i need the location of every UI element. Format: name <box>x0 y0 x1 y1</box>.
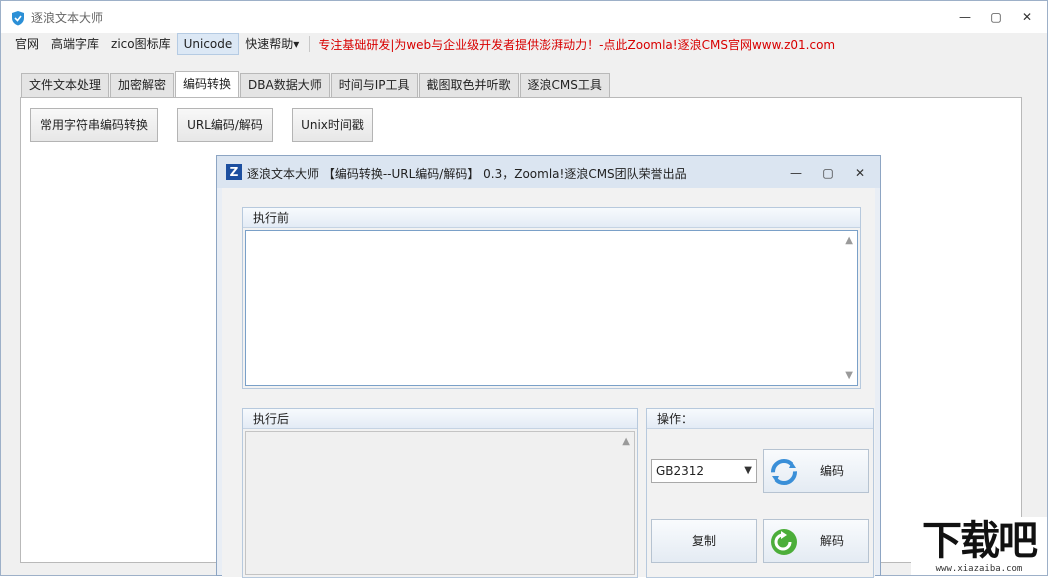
encode-button[interactable]: 编码 <box>763 449 869 493</box>
tab-cms-tools[interactable]: 逐浪CMS工具 <box>519 73 610 97</box>
menu-bar: 官网 高端字库 zico图标库 Unicode 快速帮助▾ 专注基础研发|为we… <box>1 33 1047 55</box>
output-textarea[interactable]: ▲ <box>245 431 635 575</box>
url-codec-window: Z 逐浪文本大师 【编码转换--URL编码/解码】 0.3，Zoomla!逐浪C… <box>216 155 881 578</box>
operations-group-label: 操作： <box>647 409 873 429</box>
encoding-select[interactable]: GB2312 ▼ <box>651 459 757 483</box>
decode-button-label: 解码 <box>819 534 844 548</box>
refresh-icon <box>771 459 797 485</box>
tab-encoding-convert[interactable]: 编码转换 <box>175 71 240 98</box>
watermark-logo: 下载吧 www.xiazaiba.com <box>911 517 1047 575</box>
output-scroll-up-icon[interactable]: ▲ <box>622 436 630 447</box>
tab-time-ip[interactable]: 时间与IP工具 <box>330 73 418 97</box>
child-title-bar[interactable]: Z 逐浪文本大师 【编码转换--URL编码/解码】 0.3，Zoomla!逐浪C… <box>217 156 880 188</box>
input-textarea[interactable]: ▲ ▼ <box>245 230 858 386</box>
undo-arrow-icon <box>771 529 797 555</box>
operations-group: 操作： GB2312 ▼ 编码 复制 解码 <box>646 408 874 578</box>
after-group: 执行后 ▲ <box>242 408 638 578</box>
unix-timestamp-button[interactable]: Unix时间戳 <box>292 108 373 142</box>
tab-encrypt-decrypt[interactable]: 加密解密 <box>110 73 175 97</box>
child-body: 执行前 ▲ ▼ 执行后 ▲ 操作： GB2312 ▼ 编码 复制 解码 <box>222 188 875 578</box>
decode-button[interactable]: 解码 <box>763 519 869 563</box>
child-close-icon[interactable]: ✕ <box>851 165 869 181</box>
child-window-title: 逐浪文本大师 【编码转换--URL编码/解码】 0.3，Zoomla!逐浪CMS… <box>247 167 687 181</box>
scroll-down-icon[interactable]: ▼ <box>845 370 853 381</box>
minimize-icon[interactable]: — <box>956 9 974 25</box>
title-bar: 逐浪文本大师 — ▢ ✕ <box>1 1 1047 33</box>
chevron-down-icon: ▼ <box>744 465 752 476</box>
promo-link[interactable]: 专注基础研发|为web与企业级开发者提供澎湃动力！-点此Zoomla!逐浪CMS… <box>314 36 835 53</box>
menu-separator <box>309 36 311 52</box>
before-group: 执行前 ▲ ▼ <box>242 207 861 389</box>
close-icon[interactable]: ✕ <box>1018 9 1036 25</box>
watermark-url: www.xiazaiba.com <box>935 564 1023 574</box>
watermark-main: 下载吧 <box>922 518 1038 564</box>
string-encoding-button[interactable]: 常用字符串编码转换 <box>30 108 158 142</box>
maximize-icon[interactable]: ▢ <box>987 9 1005 25</box>
shield-icon <box>12 11 24 26</box>
child-maximize-icon[interactable]: ▢ <box>819 165 837 181</box>
copy-button[interactable]: 复制 <box>651 519 757 563</box>
child-minimize-icon[interactable]: — <box>787 165 805 181</box>
tab-file-text[interactable]: 文件文本处理 <box>21 73 110 97</box>
tab-screenshot-music[interactable]: 截图取色并听歌 <box>418 73 519 97</box>
tab-dba[interactable]: DBA数据大师 <box>240 73 330 97</box>
menu-item-official-site[interactable]: 官网 <box>9 33 45 55</box>
scroll-up-icon[interactable]: ▲ <box>845 235 853 246</box>
url-encode-button[interactable]: URL编码/解码 <box>177 108 273 142</box>
after-group-label: 执行后 <box>243 409 637 429</box>
zoomla-logo-icon: Z <box>226 164 242 180</box>
menu-item-font-library[interactable]: 高端字库 <box>45 33 105 55</box>
menu-item-quick-help[interactable]: 快速帮助▾ <box>239 33 305 55</box>
window-title: 逐浪文本大师 <box>31 11 104 25</box>
menu-item-zico-icons[interactable]: zico图标库 <box>105 33 177 55</box>
encode-button-label: 编码 <box>819 464 844 478</box>
before-group-label: 执行前 <box>243 208 860 228</box>
encoding-select-value: GB2312 <box>656 464 705 478</box>
copy-button-label: 复制 <box>691 534 716 548</box>
menu-item-unicode[interactable]: Unicode <box>176 33 240 55</box>
tab-strip: 文件文本处理 加密解密 编码转换 DBA数据大师 时间与IP工具 截图取色并听歌… <box>21 71 611 98</box>
